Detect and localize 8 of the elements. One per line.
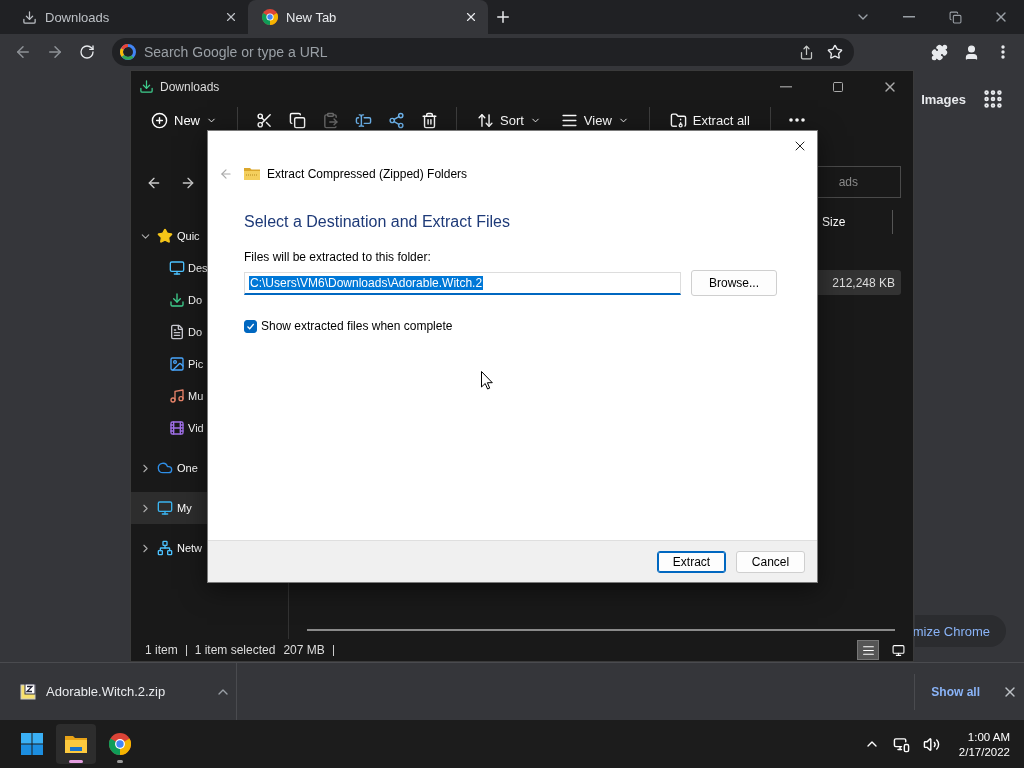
dialog-title: Extract Compressed (Zipped) Folders [267, 167, 468, 181]
dialog-heading: Select a Destination and Extract Files [244, 213, 511, 231]
file-explorer-window: Downloads New Sort View Extract all ads Quic Des Do Do Pic Mu Vid One My Netw Size 212,248 KB Extract Compressed (Zipped) Folders Select a Destination and Extract Files Files will be extracted to this folder: C:\Users\VM6\Downloads\Adorable.Witch.2 Browse... Show extracted files when complete Extract Cancel 1 item 1 item selected 207 MB [130, 70, 914, 662]
status-text: 1 item [145, 643, 178, 657]
status-text: 1 item selected [194, 643, 276, 657]
checkbox-label: Show extracted files when complete [261, 319, 453, 333]
field-label: Files will be extracted to this folder: [244, 250, 432, 264]
status-text: 207 MB [283, 643, 325, 657]
